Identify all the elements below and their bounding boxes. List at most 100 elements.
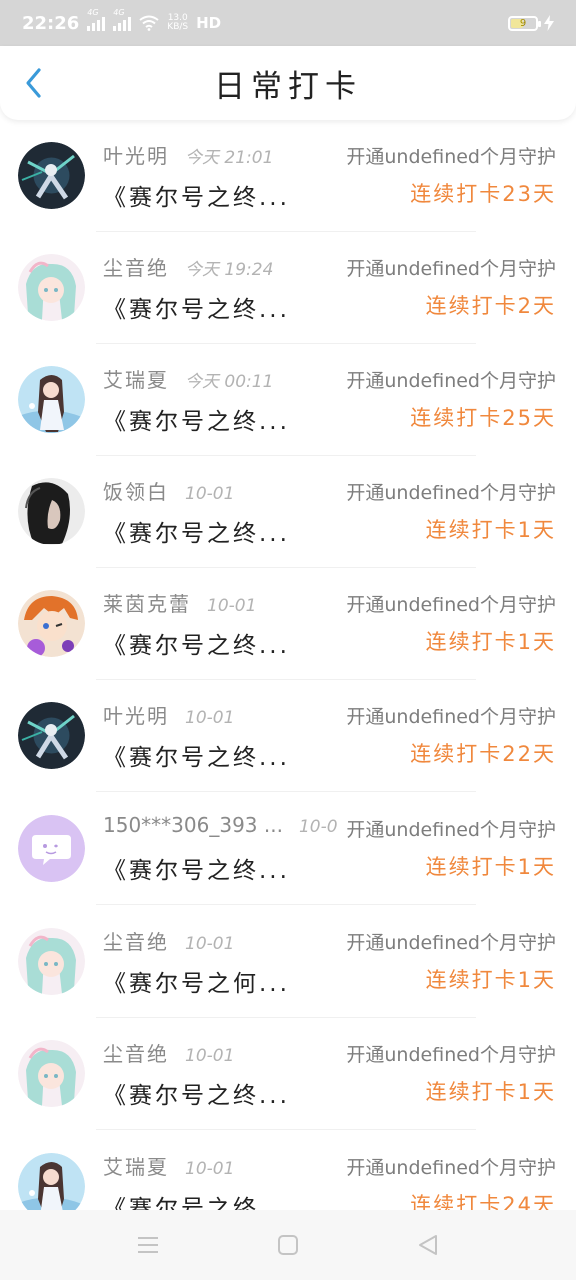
status-left: 22:26 4G 4G 13.0 KB/S HD [22,8,222,34]
checkin-time: 10-01 [185,1159,235,1179]
charging-icon [544,15,554,31]
checkin-list[interactable]: 叶光明 今天 21:01 开通undefined个月守护 《赛尔号之终... 连… [0,120,576,1210]
home-button[interactable] [273,1230,303,1260]
avatar[interactable] [18,478,85,545]
checkin-time: 10-01 [185,934,235,954]
guard-text: 开通undefined个月守护 [344,142,556,169]
checkin-time: 今天 21:01 [185,148,274,168]
network-speed: 13.0 KB/S [167,14,188,32]
user-name[interactable]: 叶光明 [103,700,169,729]
name-line: 尘音绝 今天 19:24 [103,252,273,281]
user-name[interactable]: 艾瑞夏 [103,364,169,393]
streak-text: 连续打卡1天 [425,1080,556,1104]
name-line: 饭领白 10-01 [103,476,234,505]
book-title[interactable]: 《赛尔号之终... [103,290,290,324]
menu-icon [138,1237,158,1253]
book-title[interactable]: 《赛尔号之终... [103,514,290,548]
guard-text: 开通undefined个月守护 [344,1040,556,1067]
guard-text: 开通undefined个月守护 [344,254,556,281]
user-name[interactable]: 尘音绝 [103,926,169,955]
list-item[interactable]: 叶光明 今天 21:01 开通undefined个月守护 《赛尔号之终... 连… [0,120,576,232]
avatar[interactable] [18,590,85,657]
avatar[interactable] [18,1153,85,1210]
menu-button[interactable] [133,1230,163,1260]
user-name[interactable]: 饭领白 [103,476,169,505]
checkin-time: 今天 19:24 [185,260,274,280]
back-triangle-icon [419,1235,437,1255]
user-name[interactable]: 莱茵克蕾 [103,588,191,617]
guard-text: 开通undefined个月守护 [344,366,556,393]
network-speed-unit: KB/S [167,22,189,32]
signal-tag: 4G [113,8,125,17]
streak-text: 连续打卡1天 [425,968,556,992]
avatar[interactable] [18,142,85,209]
book-title[interactable]: 《赛尔号之终... [103,1189,290,1210]
list-item[interactable]: 艾瑞夏 今天 00:11 开通undefined个月守护 《赛尔号之终... 连… [0,344,576,456]
name-line: 叶光明 今天 21:01 [103,140,273,169]
book-title[interactable]: 《赛尔号之终... [103,851,290,885]
book-title[interactable]: 《赛尔号之终... [103,1076,290,1110]
streak-text: 连续打卡1天 [425,630,556,654]
streak-text: 连续打卡24天 [410,1193,556,1210]
list-item[interactable]: 150***306_393 ... 10-0 开通undefined个月守护 《… [0,793,576,905]
user-name[interactable]: 尘音绝 [103,252,169,281]
divider [96,904,476,905]
divider [96,791,476,792]
back-button[interactable] [16,66,50,100]
name-line: 艾瑞夏 10-01 [103,1151,234,1180]
avatar[interactable] [18,1040,85,1107]
streak-text: 连续打卡23天 [410,182,556,206]
hd-indicator: HD [196,14,222,32]
streak-text: 连续打卡2天 [425,294,556,318]
list-item[interactable]: 尘音绝 今天 19:24 开通undefined个月守护 《赛尔号之终... 连… [0,232,576,344]
book-title[interactable]: 《赛尔号之终... [103,178,290,212]
checkin-time: 10-01 [185,1046,235,1066]
checkin-time: 10-01 [185,484,235,504]
user-name[interactable]: 150***306_393 ... [103,813,283,837]
list-item[interactable]: 莱茵克蕾 10-01 开通undefined个月守护 《赛尔号之终... 连续打… [0,568,576,680]
name-line: 莱茵克蕾 10-01 [103,588,256,617]
user-name[interactable]: 叶光明 [103,140,169,169]
avatar[interactable] [18,366,85,433]
guard-text: 开通undefined个月守护 [344,1153,556,1180]
name-line: 150***306_393 ... 10-0 [103,813,338,837]
streak-text: 连续打卡1天 [425,855,556,879]
divider [96,1129,476,1130]
name-line: 尘音绝 10-01 [103,926,234,955]
name-line: 叶光明 10-01 [103,700,234,729]
book-title[interactable]: 《赛尔号之终... [103,738,290,772]
user-name[interactable]: 尘音绝 [103,1038,169,1067]
battery-icon: 9 [508,15,541,31]
list-item[interactable]: 尘音绝 10-01 开通undefined个月守护 《赛尔号之何... 连续打卡… [0,906,576,1018]
avatar[interactable] [18,928,85,995]
list-item[interactable]: 尘音绝 10-01 开通undefined个月守护 《赛尔号之终... 连续打卡… [0,1018,576,1130]
guard-text: 开通undefined个月守护 [344,478,556,505]
chat-bubble-icon [18,815,85,882]
list-item[interactable]: 艾瑞夏 10-01 开通undefined个月守护 《赛尔号之终... 连续打卡… [0,1131,576,1210]
home-icon [278,1235,298,1255]
checkin-time: 10-01 [207,596,257,616]
list-item[interactable]: 叶光明 10-01 开通undefined个月守护 《赛尔号之终... 连续打卡… [0,680,576,792]
nav-back-button[interactable] [413,1230,443,1260]
checkin-time: 今天 00:11 [185,372,274,392]
book-title[interactable]: 《赛尔号之何... [103,964,290,998]
user-name[interactable]: 艾瑞夏 [103,1151,169,1180]
page-title: 日常打卡 [214,68,362,105]
chevron-left-icon [26,68,41,98]
avatar[interactable] [18,254,85,321]
streak-text: 连续打卡22天 [410,742,556,766]
name-line: 艾瑞夏 今天 00:11 [103,364,273,393]
avatar[interactable] [18,815,85,882]
book-title[interactable]: 《赛尔号之终... [103,626,290,660]
system-nav-bar [0,1210,576,1280]
status-bar: 22:26 4G 4G 13.0 KB/S HD 9 [0,0,576,46]
checkin-time: 10-0 [298,817,338,837]
guard-text: 开通undefined个月守护 [344,702,556,729]
avatar[interactable] [18,702,85,769]
list-item[interactable]: 饭领白 10-01 开通undefined个月守护 《赛尔号之终... 连续打卡… [0,456,576,568]
guard-text: 开通undefined个月守护 [344,815,556,842]
signal-icon: 4G [87,8,106,31]
book-title[interactable]: 《赛尔号之终... [103,402,290,436]
guard-text: 开通undefined个月守护 [344,590,556,617]
name-line: 尘音绝 10-01 [103,1038,234,1067]
